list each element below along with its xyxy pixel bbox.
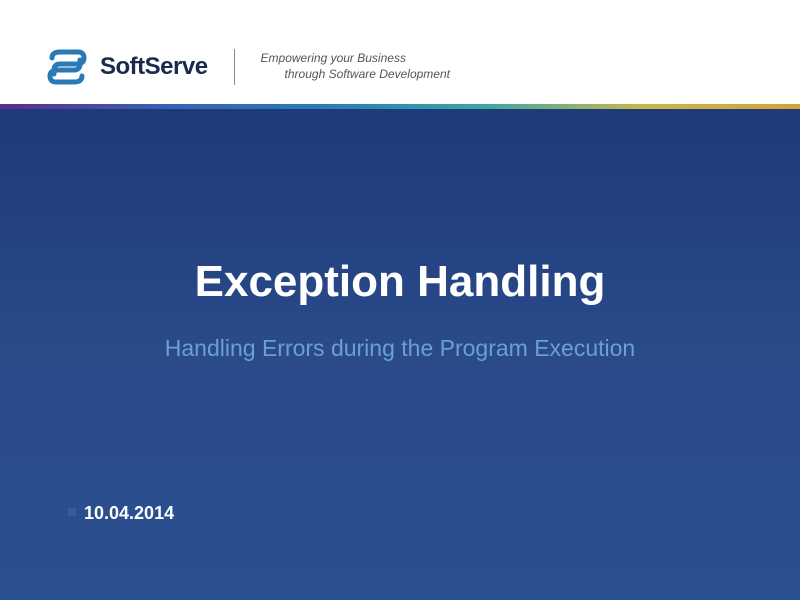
- softserve-logo-icon: [46, 46, 88, 88]
- slide-date-block: 10.04.2014: [68, 503, 174, 524]
- vertical-divider: [234, 49, 235, 85]
- date-bullet-icon: [68, 508, 76, 516]
- main-content: Exception Handling Handling Errors durin…: [0, 109, 800, 600]
- slide-date: 10.04.2014: [84, 503, 174, 523]
- header: SoftServe Empowering your Business throu…: [0, 0, 800, 104]
- company-name: SoftServe: [100, 53, 208, 81]
- slide-container: SoftServe Empowering your Business throu…: [0, 0, 800, 600]
- logo-block: SoftServe Empowering your Business throu…: [46, 46, 450, 88]
- tagline-line1: Empowering your Business: [261, 51, 450, 67]
- slide-title: Exception Handling: [0, 257, 800, 307]
- slide-subtitle: Handling Errors during the Program Execu…: [0, 335, 800, 362]
- tagline: Empowering your Business through Softwar…: [261, 51, 450, 82]
- tagline-line2: through Software Development: [261, 67, 450, 83]
